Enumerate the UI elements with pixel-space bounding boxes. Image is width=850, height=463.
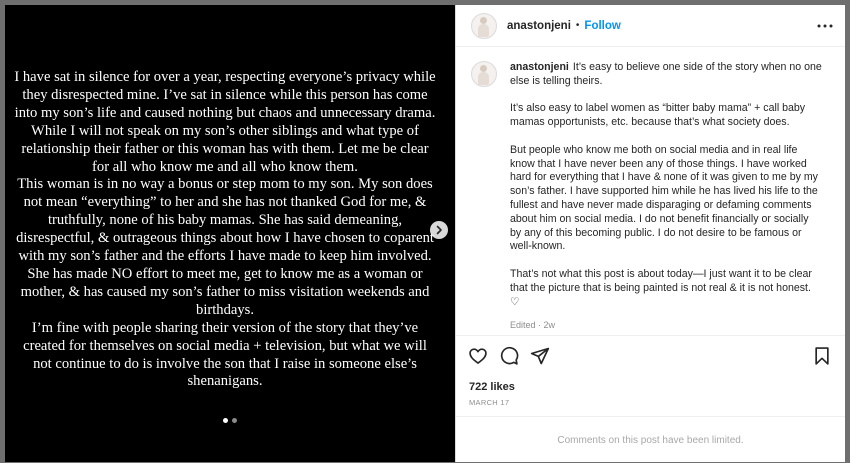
header-username[interactable]: anastonjeni bbox=[507, 20, 571, 32]
carousel-dot bbox=[232, 418, 237, 423]
caption-paragraph: That’s not what this post is about today… bbox=[510, 267, 812, 308]
post-date[interactable]: MARCH 17 bbox=[469, 398, 509, 407]
carousel-indicator bbox=[5, 418, 455, 423]
caption-first-paragraph: anastonjeni It’s easy to believe one side… bbox=[510, 61, 822, 89]
caption-paragraph: But people who know me both on social me… bbox=[510, 143, 818, 253]
save-button[interactable] bbox=[811, 345, 833, 367]
comment-icon bbox=[500, 346, 519, 365]
caption-body: anastonjeni It’s easy to believe one side… bbox=[510, 61, 822, 333]
share-button[interactable] bbox=[529, 345, 551, 367]
more-horizontal-icon bbox=[817, 24, 833, 27]
comment-button[interactable] bbox=[498, 345, 520, 367]
post-side-panel: anastonjeni • Follow anastonjeni It’s eas… bbox=[455, 5, 845, 462]
caption: anastonjeni It’s easy to believe one side… bbox=[456, 47, 845, 333]
separator-dot: • bbox=[575, 20, 580, 31]
post-image[interactable]: I have sat in silence for over a year, r… bbox=[5, 5, 455, 462]
chevron-right-icon bbox=[436, 225, 442, 235]
comments-limited-notice: Comments on this post have been limited. bbox=[456, 416, 845, 463]
comments-section[interactable]: anastonjeni It’s easy to believe one side… bbox=[456, 47, 845, 334]
avatar[interactable] bbox=[471, 61, 497, 87]
post-text-paragraph: I’m fine with people sharing their versi… bbox=[23, 319, 427, 390]
follow-button[interactable]: Follow bbox=[584, 20, 620, 32]
post-modal: I have sat in silence for over a year, r… bbox=[5, 5, 845, 462]
caption-paragraph: It’s also easy to label women as “bitter… bbox=[510, 102, 806, 129]
avatar[interactable] bbox=[471, 12, 497, 39]
post-image-text: I have sat in silence for over a year, r… bbox=[13, 69, 437, 391]
heart-icon bbox=[469, 347, 487, 364]
bookmark-icon bbox=[815, 346, 829, 365]
post-text-paragraph: While I will not speak on my son’s other… bbox=[21, 122, 429, 175]
edited-label: Edited · 2w bbox=[510, 320, 556, 331]
more-options-button[interactable] bbox=[817, 18, 833, 34]
like-button[interactable] bbox=[467, 345, 489, 367]
share-icon bbox=[530, 347, 550, 364]
action-bar bbox=[456, 335, 845, 375]
caption-username[interactable]: anastonjeni bbox=[510, 61, 569, 73]
post-header: anastonjeni • Follow bbox=[456, 5, 845, 47]
carousel-next-button[interactable] bbox=[430, 221, 448, 239]
carousel-dot-active bbox=[223, 418, 228, 423]
post-text-paragraph: I have sat in silence for over a year, r… bbox=[14, 69, 436, 121]
post-text-paragraph: This woman is in no way a bonus or step … bbox=[16, 176, 434, 318]
likes-count[interactable]: 722 likes bbox=[469, 381, 515, 393]
